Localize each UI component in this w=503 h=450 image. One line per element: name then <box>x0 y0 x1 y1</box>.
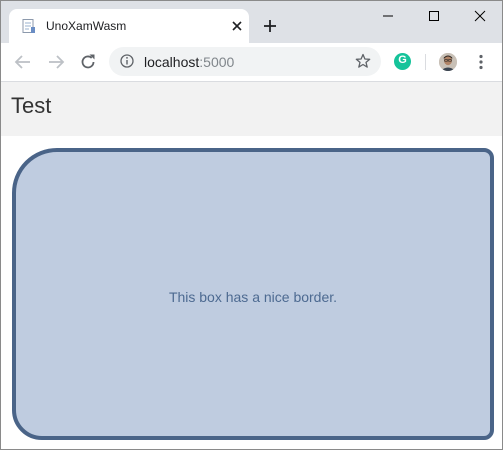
page-title: Test <box>11 93 52 118</box>
browser-tab[interactable]: UnoXamWasm <box>9 9 249 43</box>
maximize-button[interactable] <box>411 1 457 31</box>
avatar[interactable] <box>439 53 457 71</box>
close-icon <box>474 10 486 22</box>
minimize-button[interactable] <box>365 1 411 31</box>
info-icon[interactable] <box>120 54 134 68</box>
page-body: This box has a nice border. <box>1 136 502 449</box>
new-tab-plus-icon[interactable] <box>262 18 278 34</box>
grammarly-icon[interactable]: G <box>394 53 411 70</box>
tab-strip: UnoXamWasm <box>1 1 502 43</box>
bordered-box: This box has a nice border. <box>12 148 494 440</box>
page-icon <box>22 19 35 33</box>
kebab-menu-icon[interactable] <box>473 53 489 71</box>
url-host: localhost <box>144 54 200 70</box>
toolbar-divider <box>425 54 426 70</box>
url-text[interactable]: localhost:5000 <box>144 54 234 70</box>
browser-toolbar: localhost:5000 G <box>1 43 502 82</box>
close-window-button[interactable] <box>457 1 502 31</box>
minimize-icon <box>383 15 393 17</box>
avatar-image <box>439 53 457 71</box>
page-header: Test <box>1 82 502 136</box>
back-arrow-icon[interactable] <box>13 52 33 72</box>
bordered-box-text: This box has a nice border. <box>168 289 338 305</box>
url-port: :5000 <box>199 54 235 70</box>
tab-title: UnoXamWasm <box>46 19 127 33</box>
browser-window: UnoXamWasm localhost:5000 G Test This bo… <box>0 0 503 450</box>
address-bar[interactable]: localhost:5000 <box>109 47 381 76</box>
star-icon[interactable] <box>355 53 371 69</box>
maximize-icon <box>429 11 439 21</box>
forward-arrow-icon[interactable] <box>46 52 66 72</box>
reload-icon[interactable] <box>78 52 98 72</box>
tab-close-icon[interactable] <box>229 18 245 34</box>
grammarly-letter: G <box>398 54 407 66</box>
